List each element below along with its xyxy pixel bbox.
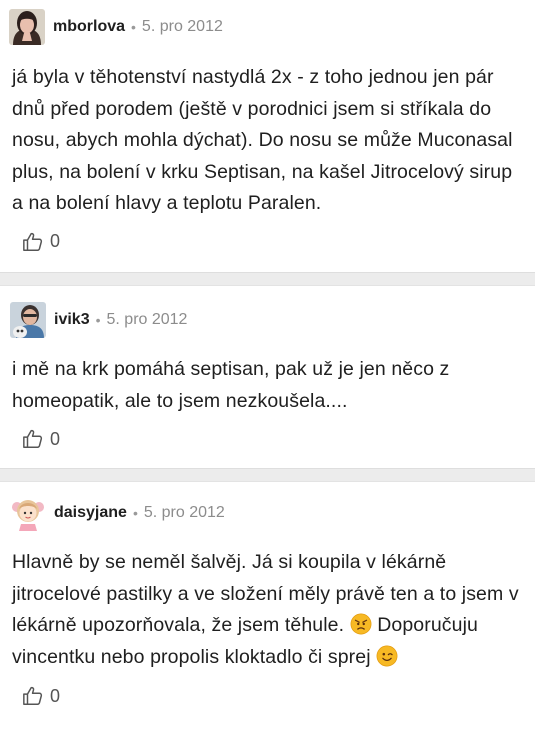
comment-text: i mě na krk pomáhá septisan, pak už je j… — [12, 358, 450, 412]
thumbs-up-icon — [23, 429, 43, 448]
like-bar: 0 — [0, 681, 535, 711]
author-name[interactable]: ivik3 — [54, 311, 90, 329]
comment-header: ivik3 • 5. pro 2012 — [0, 286, 535, 338]
comment-divider — [0, 272, 535, 286]
like-bar: 0 — [0, 424, 535, 454]
author-name[interactable]: daisyjane — [54, 504, 127, 522]
like-count: 0 — [50, 231, 61, 251]
comment-date: 5. pro 2012 — [141, 18, 223, 35]
thumbs-up-icon — [23, 232, 43, 251]
author-name[interactable]: mborlova — [53, 18, 125, 36]
like-button[interactable]: 0 — [22, 685, 60, 707]
comment-date: 5. pro 2012 — [106, 311, 188, 328]
comment-header: mborlova • 5. pro 2012 — [0, 0, 535, 45]
comment-date: 5. pro 2012 — [143, 504, 225, 521]
comment-header: daisyjane • 5. pro 2012 — [0, 482, 535, 531]
like-bar: 0 — [0, 227, 535, 257]
like-count: 0 — [50, 428, 61, 449]
meta-separator: • — [95, 312, 101, 328]
thumbs-up-icon — [23, 686, 43, 705]
photo-avatar-icon — [10, 302, 46, 338]
woman-portrait-avatar-icon — [9, 9, 45, 45]
comment-divider — [0, 468, 535, 482]
comment-text: já byla v těhotenství nastydlá 2x - z to… — [12, 66, 513, 214]
user-avatar[interactable] — [9, 9, 45, 45]
comment-item: ivik3 • 5. pro 2012 i mě na krk pomáhá s… — [0, 286, 535, 468]
user-avatar[interactable] — [10, 495, 46, 531]
comment-text: Hlavně by se neměl šalvěj. Já si koupila… — [0, 547, 535, 673]
cartoon-girl-avatar-icon — [10, 495, 46, 531]
meta-separator: • — [132, 505, 138, 521]
meta-separator: • — [131, 19, 136, 35]
like-button[interactable]: 0 — [22, 428, 60, 450]
user-avatar[interactable] — [10, 302, 46, 338]
like-button[interactable]: 0 — [22, 231, 60, 253]
like-count: 0 — [50, 685, 61, 706]
winking-face-emoji-icon — [376, 645, 398, 666]
comment-item: daisyjane • 5. pro 2012 Hlavně by se nem… — [0, 482, 535, 756]
comment-item: mborlova • 5. pro 2012 já byla v těhoten… — [0, 0, 535, 272]
angry-face-emoji-icon — [350, 613, 372, 635]
